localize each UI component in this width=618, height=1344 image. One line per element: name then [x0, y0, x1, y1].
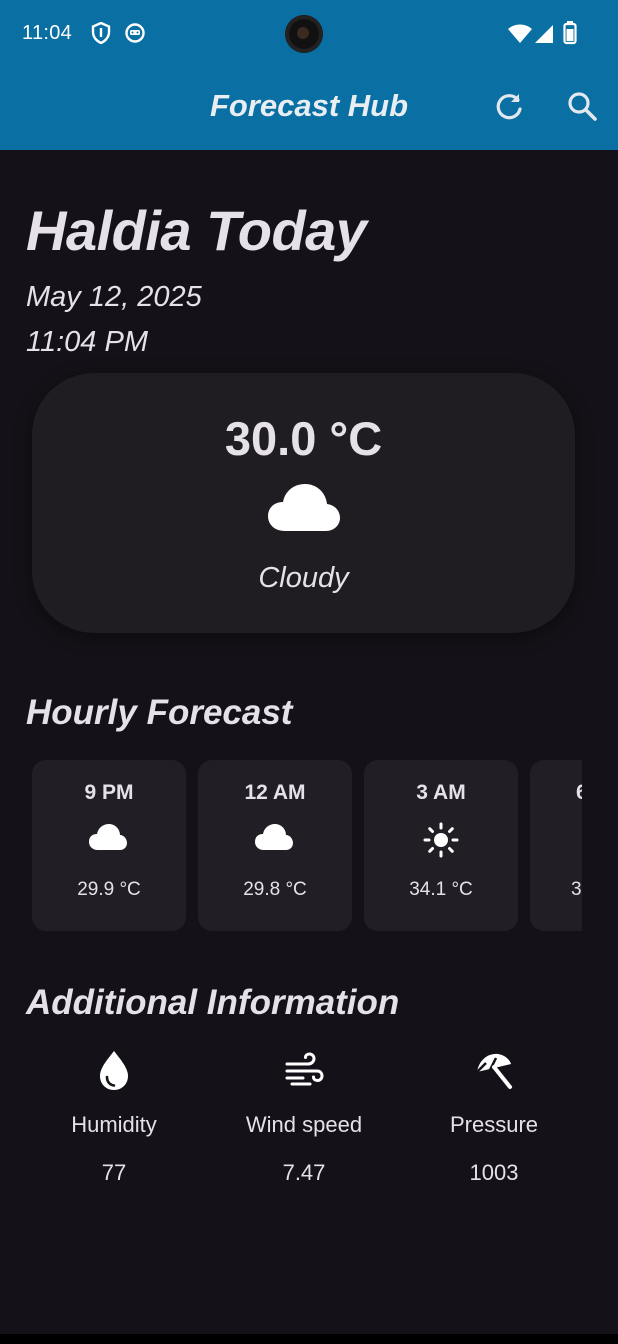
cloud-icon	[254, 822, 294, 857]
cell-signal-icon	[533, 24, 555, 49]
hourly-time: 12 AM	[244, 781, 306, 804]
current-temperature: 30.0 °C	[224, 412, 383, 465]
search-icon	[568, 92, 597, 121]
android-face-icon	[124, 22, 146, 49]
hourly-forecast-list[interactable]: 9 PM 29.9 °C 12 AM 29.8 °C 3 AM 34.1 °C …	[26, 757, 582, 935]
hourly-item: 9 PM 29.9 °C	[32, 760, 186, 931]
water-drop-icon	[94, 1048, 134, 1092]
umbrella-icon	[474, 1048, 514, 1092]
refresh-button[interactable]	[492, 90, 526, 124]
cloud-icon	[88, 822, 128, 857]
app-screen: 11:04 Forecast Hub Haldia Today May 12, …	[0, 0, 618, 1344]
battery-icon	[563, 21, 577, 50]
bottom-edge	[0, 1334, 618, 1344]
additional-info-title: Additional Information	[26, 983, 400, 1022]
hourly-forecast-title: Hourly Forecast	[26, 693, 293, 732]
humidity-value: 77	[101, 1160, 127, 1185]
current-time: 11:04 PM	[26, 326, 148, 358]
wifi-icon	[507, 24, 533, 49]
humidity-label: Humidity	[71, 1112, 157, 1137]
wind-icon	[284, 1048, 324, 1092]
refresh-icon	[496, 94, 522, 120]
page-title: Haldia Today	[26, 199, 367, 262]
hourly-item: 6 3	[530, 760, 582, 931]
hourly-time: 9 PM	[84, 781, 134, 804]
sun-icon	[423, 822, 459, 863]
current-weather-card: 30.0 °C Cloudy	[32, 373, 575, 633]
hourly-item: 12 AM 29.8 °C	[198, 760, 352, 931]
front-camera	[285, 15, 323, 53]
status-bar: 11:04	[0, 0, 618, 68]
current-date: May 12, 2025	[26, 281, 202, 313]
wind-speed-label: Wind speed	[245, 1112, 363, 1137]
hourly-time: 3 AM	[416, 781, 466, 804]
pressure-label: Pressure	[449, 1112, 539, 1137]
search-button[interactable]	[566, 90, 600, 124]
status-time: 11:04	[22, 22, 73, 44]
hourly-temperature: 29.9 °C	[77, 879, 141, 900]
current-condition: Cloudy	[258, 562, 349, 594]
hourly-temperature: 3	[571, 879, 582, 900]
wind-speed-value: 7.47	[282, 1160, 326, 1185]
hourly-item: 3 AM 34.1 °C	[364, 760, 518, 931]
cloud-icon	[267, 481, 341, 538]
hourly-temperature: 34.1 °C	[409, 879, 473, 900]
hourly-temperature: 29.8 °C	[243, 879, 307, 900]
hourly-time: 6	[576, 781, 582, 804]
shield-icon	[91, 21, 111, 49]
pressure-value: 1003	[469, 1160, 519, 1185]
app-bar: 11:04 Forecast Hub	[0, 0, 618, 150]
